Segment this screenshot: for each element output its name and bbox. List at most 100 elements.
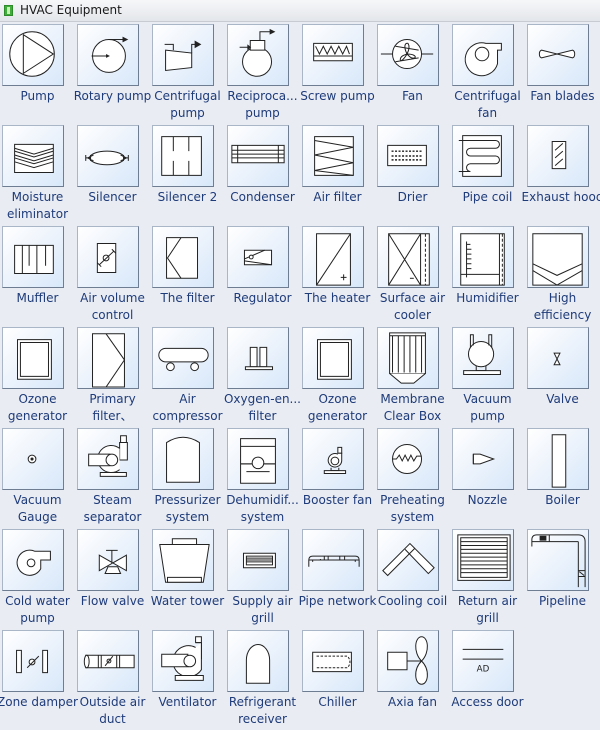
shape-item[interactable]: Zone damper [0, 628, 78, 729]
shape-item[interactable]: Steam separator [75, 426, 150, 527]
shape-item[interactable]: Refrigerant receiver [225, 628, 300, 729]
shape-tile[interactable] [227, 24, 289, 86]
shape-item[interactable]: Oxygen-en... filter [224, 325, 301, 426]
shape-tile[interactable] [302, 630, 364, 692]
shape-item[interactable]: Surface air cooler [375, 224, 450, 325]
shape-item[interactable]: Condenser [225, 123, 300, 224]
shape-tile[interactable] [302, 529, 364, 591]
shape-tile[interactable] [2, 630, 64, 692]
shape-item[interactable]: Ozone generator [300, 325, 375, 426]
shape-item[interactable]: Pipeline [525, 527, 600, 628]
shape-tile[interactable] [2, 226, 64, 288]
shape-tile[interactable] [77, 226, 139, 288]
shape-item[interactable]: Fan blades [525, 22, 600, 123]
shape-item[interactable]: Fan [375, 22, 450, 123]
shape-tile[interactable] [452, 226, 514, 288]
shape-tile[interactable] [527, 125, 589, 187]
shape-item[interactable]: Boiler [525, 426, 600, 527]
shape-item[interactable]: Screw pump [300, 22, 375, 123]
shape-tile[interactable] [2, 327, 64, 389]
shape-item[interactable]: Reciproca... pump [225, 22, 300, 123]
shape-tile[interactable] [377, 630, 439, 692]
shape-item[interactable]: Drier [375, 123, 450, 224]
shape-tile[interactable] [377, 24, 439, 86]
shape-item[interactable]: Pipe network [299, 527, 376, 628]
shape-tile[interactable] [77, 529, 139, 591]
shape-tile[interactable] [2, 24, 64, 86]
shape-tile[interactable] [302, 125, 364, 187]
shape-tile[interactable] [377, 226, 439, 288]
shape-tile[interactable] [227, 125, 289, 187]
shape-tile[interactable] [227, 226, 289, 288]
shape-item[interactable]: Humidifier [450, 224, 525, 325]
shape-tile[interactable] [77, 24, 139, 86]
shape-item[interactable]: Silencer 2 [150, 123, 225, 224]
shape-item[interactable]: Pipe coil [450, 123, 525, 224]
shape-item[interactable]: Valve [525, 325, 600, 426]
shape-item[interactable]: Cooling coil [375, 527, 450, 628]
shape-item[interactable]: Primary filter、 [75, 325, 150, 426]
shape-item[interactable]: Centrifugal fan [450, 22, 525, 123]
shape-item[interactable]: Supply air grill [225, 527, 300, 628]
shape-tile[interactable] [77, 125, 139, 187]
shape-tile[interactable] [2, 125, 64, 187]
shape-item[interactable]: Centrifugal pump [150, 22, 225, 123]
shape-item[interactable]: Pump [0, 22, 75, 123]
shape-tile[interactable] [2, 529, 64, 591]
shape-tile[interactable] [377, 428, 439, 490]
shape-item[interactable]: High efficiency [525, 224, 600, 325]
shape-tile[interactable] [152, 529, 214, 591]
shape-tile[interactable] [452, 428, 514, 490]
shape-tile[interactable] [527, 24, 589, 86]
shape-tile[interactable] [302, 428, 364, 490]
shape-tile[interactable] [377, 125, 439, 187]
shape-item[interactable]: Regulator [225, 224, 300, 325]
shape-tile[interactable] [302, 24, 364, 86]
shape-item[interactable]: Cold water pump [0, 527, 75, 628]
shape-item[interactable]: The heater [300, 224, 375, 325]
shape-tile[interactable] [302, 327, 364, 389]
shape-item[interactable]: Air volume control [75, 224, 150, 325]
shape-item[interactable]: Vacuum pump [450, 325, 525, 426]
shape-item[interactable]: Booster fan [300, 426, 375, 527]
shape-tile[interactable] [452, 327, 514, 389]
shape-tile[interactable] [77, 630, 139, 692]
shape-item[interactable]: Water tower [150, 527, 225, 628]
shape-item[interactable]: Axia fan [375, 628, 450, 729]
shape-item[interactable]: Pressurizer system [150, 426, 225, 527]
shape-item[interactable]: Ozone generator [0, 325, 75, 426]
shape-tile[interactable]: AD [452, 630, 514, 692]
shape-tile[interactable] [377, 529, 439, 591]
shape-tile[interactable] [527, 529, 589, 591]
shape-tile[interactable] [227, 630, 289, 692]
shape-item[interactable]: Air compressor [150, 325, 225, 426]
panel-header[interactable]: HVAC Equipment [0, 0, 600, 22]
shape-tile[interactable] [452, 125, 514, 187]
shape-item[interactable]: Air filter [300, 123, 375, 224]
shape-tile[interactable] [77, 327, 139, 389]
shape-item[interactable]: Vacuum Gauge [0, 426, 75, 527]
shape-tile[interactable] [2, 428, 64, 490]
shape-item[interactable]: Return air grill [450, 527, 525, 628]
shape-item[interactable]: Ventilator [150, 628, 225, 729]
shape-tile[interactable] [452, 24, 514, 86]
shape-tile[interactable] [302, 226, 364, 288]
shape-item[interactable]: Silencer [75, 123, 150, 224]
shape-tile[interactable] [527, 226, 589, 288]
shape-item[interactable]: Nozzle [450, 426, 525, 527]
shape-item[interactable]: The filter [150, 224, 225, 325]
shape-tile[interactable] [527, 428, 589, 490]
shape-tile[interactable] [152, 327, 214, 389]
shape-tile[interactable] [227, 529, 289, 591]
shape-tile[interactable] [152, 125, 214, 187]
shape-tile[interactable] [152, 428, 214, 490]
shape-item[interactable]: Muffler [0, 224, 75, 325]
shape-tile[interactable] [452, 529, 514, 591]
shape-tile[interactable] [152, 226, 214, 288]
shape-item[interactable]: Flow valve [75, 527, 150, 628]
shape-item[interactable]: Exhaust hood [522, 123, 600, 224]
shape-item[interactable]: Moisture eliminator [0, 123, 75, 224]
shape-tile[interactable] [227, 428, 289, 490]
shape-tile[interactable] [77, 428, 139, 490]
shape-item[interactable]: Preheating system [375, 426, 450, 527]
